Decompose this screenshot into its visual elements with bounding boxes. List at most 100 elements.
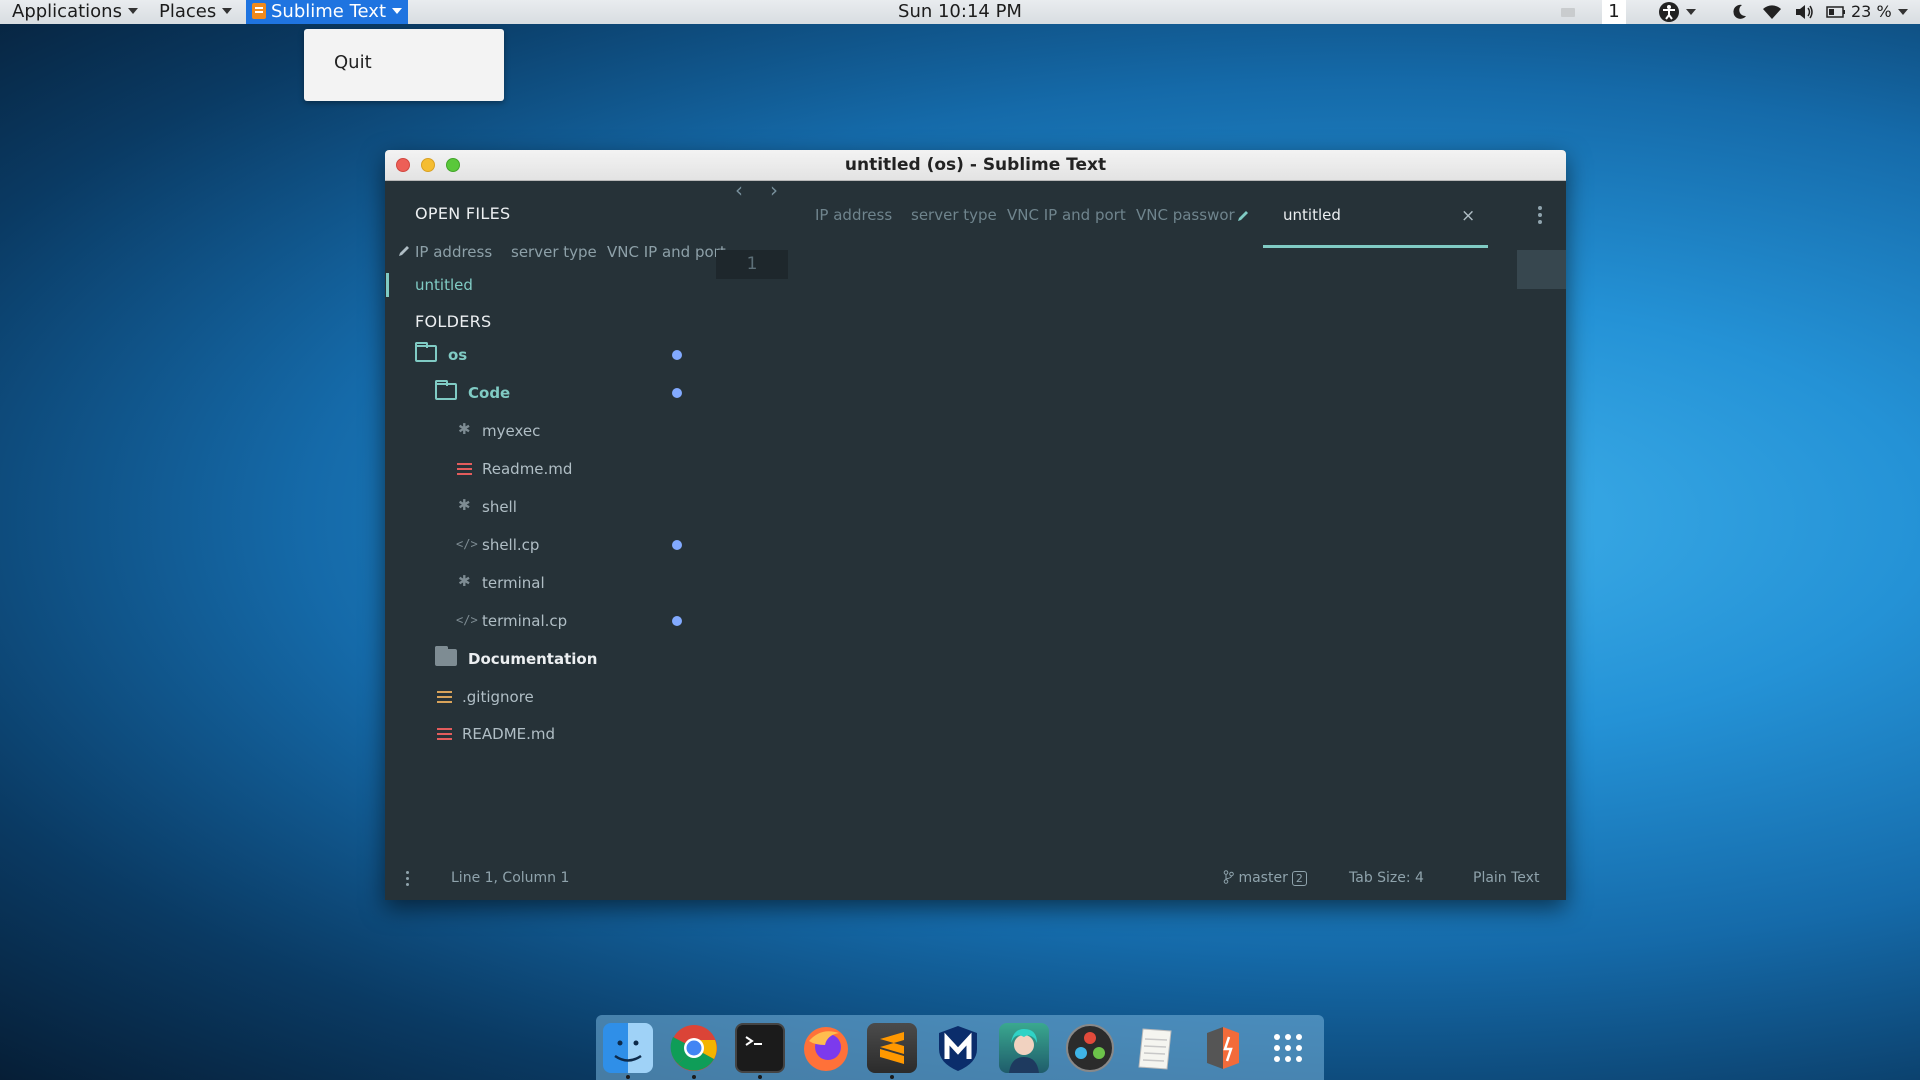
accessibility-menu[interactable] [1658, 0, 1696, 24]
file-readme-upper[interactable]: README.md [385, 719, 719, 749]
sublime-text-icon[interactable] [867, 1023, 917, 1073]
file-shell[interactable]: ✱ shell [385, 492, 719, 522]
finder-icon[interactable] [603, 1023, 653, 1073]
firefox-icon[interactable] [801, 1023, 851, 1073]
quit-menu-item[interactable]: Quit [334, 52, 372, 73]
applications-menu[interactable]: Applications [6, 0, 144, 24]
places-menu[interactable]: Places [153, 0, 238, 24]
file-shell-cp[interactable]: </> shell.cp [385, 530, 719, 560]
folder-os[interactable]: os [385, 340, 719, 370]
more-options-icon[interactable] [1538, 206, 1542, 227]
minimap[interactable] [1517, 250, 1566, 289]
text-editor-icon[interactable] [1131, 1023, 1181, 1073]
running-indicator [626, 1075, 630, 1079]
code-file-icon: </> [456, 613, 478, 627]
folder-label: Documentation [468, 650, 598, 668]
modified-dot [672, 350, 682, 360]
markdown-file-icon [457, 463, 472, 475]
anime-app-icon[interactable] [999, 1023, 1049, 1073]
branch-name: master [1238, 870, 1288, 886]
cursor-position[interactable]: Line 1, Column 1 [451, 870, 569, 886]
editor-area[interactable] [788, 250, 1517, 850]
caret-down-icon [392, 8, 402, 14]
close-tab-icon[interactable]: × [1461, 206, 1475, 226]
file-label: .gitignore [462, 688, 534, 706]
keyboard-layout-icon[interactable] [1560, 0, 1576, 24]
file-terminal-cp[interactable]: </> terminal.cp [385, 606, 719, 636]
asterisk-file-icon: ✱ [458, 572, 471, 590]
file-label: shell [482, 498, 517, 516]
file-label: terminal.cp [482, 612, 568, 630]
app-menu-popup: Quit [304, 29, 504, 101]
tab-untitled[interactable]: untitled [1283, 206, 1341, 224]
tab-ip-address[interactable]: IP address [815, 206, 892, 224]
pencil-icon [1238, 211, 1248, 221]
text-file-icon [437, 691, 452, 703]
dock [596, 1015, 1324, 1080]
workspace-indicator[interactable]: 1 [1602, 0, 1626, 24]
branch-badge: 2 [1291, 871, 1307, 886]
open-files-heading: OPEN FILES [415, 204, 511, 223]
night-light-icon[interactable] [1730, 0, 1748, 24]
git-branch-icon [1223, 870, 1234, 884]
running-indicator [758, 1075, 762, 1079]
file-label: README.md [462, 725, 556, 743]
markdown-file-icon [437, 728, 452, 740]
tab-vnc-password[interactable]: VNC passwor [1136, 206, 1235, 224]
window-titlebar[interactable]: untitled (os) - Sublime Text [385, 150, 1566, 181]
clock[interactable]: Sun 10:14 PM [898, 1, 1022, 22]
open-file-vnc-ip-port[interactable]: VNC IP and port [607, 243, 726, 261]
app-grid-icon[interactable] [1263, 1023, 1313, 1073]
modified-dot [672, 388, 682, 398]
caret-down-icon [1897, 9, 1908, 15]
code-file-icon: </> [456, 537, 478, 551]
terminal-icon[interactable] [735, 1023, 785, 1073]
davinci-resolve-icon[interactable] [1065, 1023, 1115, 1073]
chrome-icon[interactable] [669, 1023, 719, 1073]
tab-server-type[interactable]: server type [911, 206, 997, 224]
asterisk-file-icon: ✱ [458, 496, 471, 514]
tab-vnc-ip-port[interactable]: VNC IP and port [1007, 206, 1126, 224]
active-app-label: Sublime Text [271, 1, 386, 22]
syntax-selector[interactable]: Plain Text [1473, 870, 1539, 886]
file-readme-lower[interactable]: Readme.md [385, 454, 719, 484]
file-terminal[interactable]: ✱ terminal [385, 568, 719, 598]
file-myexec[interactable]: ✱ myexec [385, 416, 719, 446]
folder-documentation[interactable]: Documentation [385, 644, 719, 674]
wifi-icon[interactable] [1762, 0, 1782, 24]
folder-code[interactable]: Code [385, 378, 719, 408]
tab-back-arrow-icon[interactable]: ‹ [735, 178, 743, 202]
malwarebytes-icon[interactable] [933, 1023, 983, 1073]
sidebar-toggle-icon[interactable] [406, 871, 409, 886]
file-label: shell.cp [482, 536, 540, 554]
git-branch[interactable]: master 2 [1223, 870, 1307, 886]
file-gitignore[interactable]: .gitignore [385, 682, 719, 712]
caret-down-icon [222, 8, 233, 14]
modified-dot [672, 616, 682, 626]
sublime-text-app-menu[interactable]: Sublime Text [246, 0, 408, 24]
open-file-ip-address[interactable]: IP address [415, 243, 492, 261]
sublime-text-icon [252, 3, 266, 19]
accessibility-icon [1659, 2, 1679, 22]
file-label: myexec [482, 422, 541, 440]
running-indicator [692, 1075, 696, 1079]
window-title: untitled (os) - Sublime Text [844, 155, 1107, 175]
top-panel: Applications Places Sublime Text Sun 10:… [0, 0, 1920, 24]
selection-indicator [386, 273, 389, 297]
applications-label: Applications [12, 1, 122, 22]
battery-icon [1826, 6, 1845, 18]
asterisk-file-icon: ✱ [458, 420, 471, 438]
battery-percentage: 23 % [1851, 2, 1892, 21]
sidebar: OPEN FILES IP address server type VNC IP… [385, 181, 726, 857]
tab-forward-arrow-icon[interactable]: › [770, 178, 778, 202]
open-file-server-type[interactable]: server type [511, 243, 597, 261]
battery-menu[interactable]: 23 % [1826, 0, 1908, 24]
folder-label: os [448, 346, 468, 364]
volume-icon[interactable] [1794, 0, 1814, 24]
file-manager-icon[interactable] [1197, 1023, 1247, 1073]
tab-size[interactable]: Tab Size: 4 [1349, 870, 1424, 886]
open-file-label: untitled [415, 276, 473, 294]
folder-open-icon [435, 380, 457, 400]
open-file-untitled[interactable]: untitled [385, 270, 719, 300]
folder-open-icon [415, 342, 437, 362]
